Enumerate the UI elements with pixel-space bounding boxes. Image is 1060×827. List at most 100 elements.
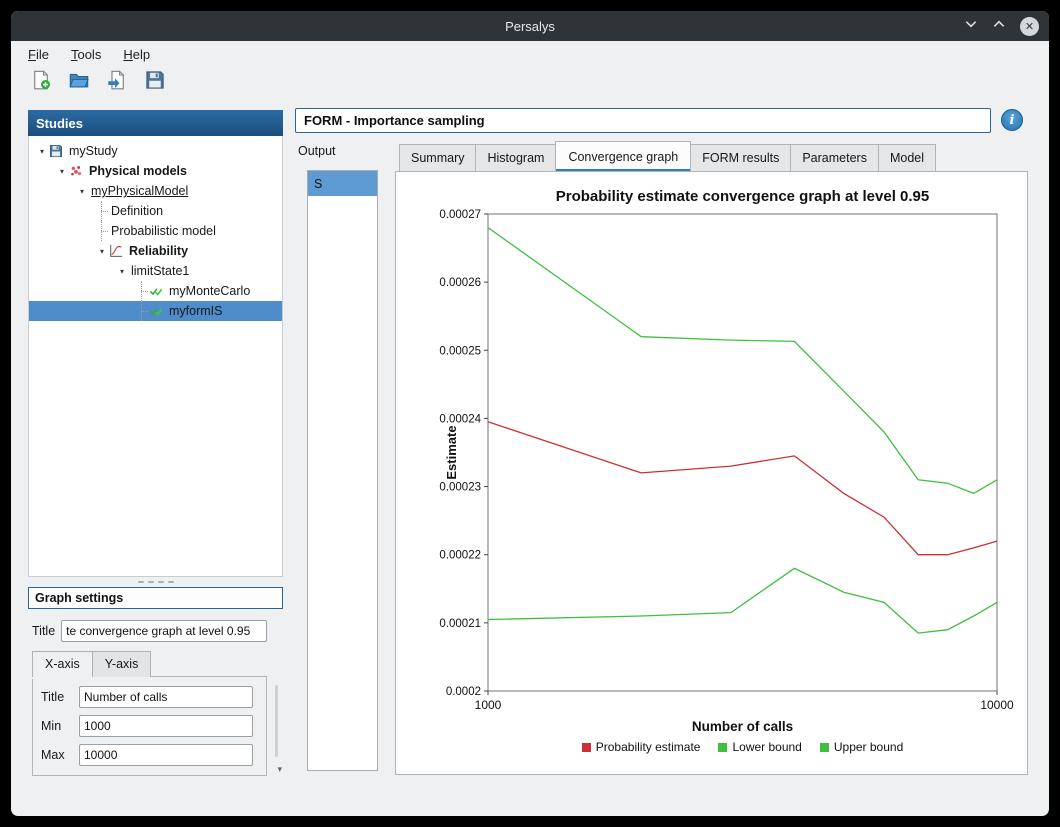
svg-text:0.00027: 0.00027 [439, 209, 481, 221]
info-button[interactable]: i [1001, 109, 1023, 131]
tab-convergence-graph[interactable]: Convergence graph [555, 141, 691, 172]
result-tabs: SummaryHistogramConvergence graphFORM re… [399, 142, 936, 172]
axis-title-input[interactable] [79, 686, 253, 708]
studies-panel: Studies ▾myStudy▾Physical models▾myPhysi… [28, 110, 283, 775]
tree-item-label: myStudy [67, 144, 118, 158]
graph-settings-panel: Graph settings Title X-axisY-axis Title M… [28, 587, 283, 775]
legend-item-lower-bound: Lower bound [718, 740, 801, 754]
axis-settings-group: Title Min Max [32, 676, 267, 776]
tree-item-limitstate1[interactable]: ▾limitState1 [29, 261, 282, 281]
toolbar [11, 65, 1049, 100]
tree-item-probabilistic-model[interactable]: Probabilistic model [29, 221, 282, 241]
analysis-title-field[interactable] [295, 108, 991, 133]
tab-histogram[interactable]: Histogram [475, 144, 556, 172]
splitter-handle[interactable] [28, 577, 283, 587]
menu-item-tools[interactable]: Tools [71, 47, 101, 62]
study-tree: ▾ myStudy ▾ Physical models ▾myPhysicalModel… [28, 136, 283, 577]
axis-max-input[interactable] [79, 744, 253, 766]
tab-summary[interactable]: Summary [399, 144, 476, 172]
chart-legend: Probability estimate Lower bound Upper bou… [399, 740, 1024, 754]
save-icon [145, 70, 165, 95]
scroll-down-icon[interactable]: ▾ [277, 764, 282, 774]
maximize-button[interactable] [992, 17, 1006, 36]
svg-text:0.00021: 0.00021 [439, 618, 481, 630]
menu-item-file[interactable]: File [28, 47, 49, 62]
check-icon [149, 304, 167, 318]
tree-item-label: Physical models [87, 164, 187, 178]
svg-text:0.00026: 0.00026 [439, 277, 481, 289]
legend-label: Probability estimate [596, 740, 701, 754]
toolbar-import-button[interactable] [105, 70, 129, 94]
tab-x-axis[interactable]: X-axis [32, 651, 93, 677]
legend-label: Lower bound [732, 740, 801, 754]
tree-connector [135, 301, 149, 321]
scrollbar-track[interactable] [275, 685, 278, 757]
tree-item-definition[interactable]: Definition [29, 201, 282, 221]
output-item-s[interactable]: S [308, 171, 377, 196]
new-document-icon [31, 70, 51, 95]
reliability-icon [109, 244, 127, 258]
close-icon: ✕ [1025, 20, 1034, 33]
svg-text:10000: 10000 [980, 698, 1014, 712]
svg-text:0.00024: 0.00024 [439, 413, 481, 425]
graph-settings-header: Graph settings [28, 587, 283, 609]
tree-connector [95, 221, 109, 241]
screen: Persalys ✕ FileToolsHelp Studies ▾myStud… [0, 0, 1060, 827]
axis-min-label: Min [41, 719, 71, 733]
svg-text:1000: 1000 [475, 698, 502, 712]
tab-model[interactable]: Model [878, 144, 936, 172]
save-icon [49, 144, 67, 158]
toolbar-save-button[interactable] [143, 70, 167, 94]
expander-icon[interactable]: ▾ [55, 167, 69, 176]
tree-connector [95, 201, 109, 221]
tab-form-results[interactable]: FORM results [690, 144, 791, 172]
tree-item-label: myMonteCarlo [167, 284, 250, 298]
expander-icon[interactable]: ▾ [95, 247, 109, 256]
chevron-down-icon [964, 17, 978, 36]
legend-label: Upper bound [834, 740, 903, 754]
open-folder-icon [69, 70, 89, 95]
info-icon: i [1010, 113, 1015, 128]
axis-title-label: Title [41, 690, 71, 704]
legend-swatch [582, 743, 591, 752]
tree-connector [135, 281, 149, 301]
tree-item-label: Definition [109, 204, 163, 218]
tree-item-reliability[interactable]: ▾Reliability [29, 241, 282, 261]
minimize-button[interactable] [964, 17, 978, 36]
toolbar-new-button[interactable] [29, 70, 53, 94]
expander-icon[interactable]: ▾ [115, 267, 129, 276]
menu-item-help[interactable]: Help [123, 47, 150, 62]
tree-item-label: limitState1 [129, 264, 189, 278]
tree-item-myphysicalmodel[interactable]: ▾myPhysicalModel [29, 181, 282, 201]
tree-item-myformis[interactable]: myformIS [29, 301, 282, 321]
axis-field-row: Min [41, 715, 258, 737]
output-list: S [307, 170, 378, 771]
svg-text:Number of calls: Number of calls [692, 719, 793, 734]
check-icon [149, 284, 167, 298]
app-window: Persalys ✕ FileToolsHelp Studies ▾myStud… [11, 11, 1049, 816]
convergence-chart: 0.0002 0.00021 0.00022 0.00023 0.00024 0.0002… [399, 175, 1024, 771]
tab-y-axis[interactable]: Y-axis [92, 651, 152, 677]
titlebar: Persalys ✕ [11, 11, 1049, 41]
legend-swatch [718, 743, 727, 752]
expander-icon[interactable]: ▾ [75, 187, 89, 196]
expander-icon[interactable]: ▾ [35, 147, 49, 156]
close-button[interactable]: ✕ [1020, 17, 1039, 36]
graph-title-row: Title [32, 620, 267, 642]
tree-item-physical-models[interactable]: ▾ Physical models [29, 161, 282, 181]
toolbar-open-button[interactable] [67, 70, 91, 94]
output-label: Output [298, 144, 336, 158]
menubar: File Tools Help [11, 41, 1049, 65]
tree-item-mystudy[interactable]: ▾ myStudy [29, 141, 282, 161]
tab-parameters[interactable]: Parameters [790, 144, 879, 172]
axis-field-row: Title [41, 686, 258, 708]
graph-title-input[interactable] [61, 620, 267, 642]
svg-text:0.0002: 0.0002 [446, 686, 481, 698]
tab-content-pane: 0.0002 0.00021 0.00022 0.00023 0.00024 0.0002… [395, 171, 1028, 775]
axis-max-label: Max [41, 748, 71, 762]
axis-field-row: Max [41, 744, 258, 766]
axis-min-input[interactable] [79, 715, 253, 737]
svg-text:0.00023: 0.00023 [439, 482, 481, 494]
tree-item-mymontecarlo[interactable]: myMonteCarlo [29, 281, 282, 301]
svg-text:0.00022: 0.00022 [439, 550, 481, 562]
